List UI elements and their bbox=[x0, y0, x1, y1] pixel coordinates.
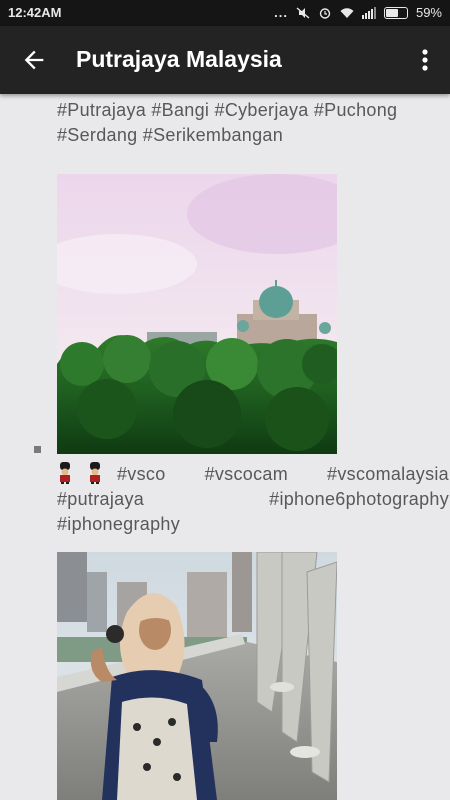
list-bullet bbox=[34, 446, 41, 453]
guard-emoji-icon bbox=[60, 462, 70, 484]
post-caption: #Putrajaya #Bangi #Cyberjaya #Puchong #S… bbox=[57, 100, 398, 145]
post-photo-bridge[interactable] bbox=[57, 552, 337, 800]
status-bar: 12:42AM ... 59% bbox=[0, 0, 450, 26]
page-title: Putrajaya Malaysia bbox=[76, 46, 282, 72]
back-arrow-icon[interactable] bbox=[20, 46, 48, 74]
mosque-photo-image bbox=[57, 174, 337, 454]
mute-icon bbox=[296, 6, 310, 19]
app-bar: Putrajaya Malaysia bbox=[0, 26, 450, 94]
alarm-icon bbox=[319, 7, 331, 19]
post-feed[interactable]: #Putrajaya #Bangi #Cyberjaya #Puchong #S… bbox=[0, 94, 450, 800]
wifi-icon bbox=[340, 7, 354, 18]
signal-icon bbox=[361, 6, 376, 19]
status-time: 12:42AM bbox=[8, 5, 62, 20]
notification-dots: ... bbox=[274, 5, 288, 20]
battery-percent: 59% bbox=[415, 5, 442, 20]
more-vert-icon[interactable] bbox=[420, 46, 430, 74]
post-photo-mosque[interactable] bbox=[57, 174, 337, 454]
guard-emoji-icon bbox=[90, 462, 100, 484]
battery-icon bbox=[383, 6, 408, 19]
bridge-photo-image bbox=[57, 552, 337, 800]
post-caption-2: #vsco #vscocam #vscomalaysia #putrajaya … bbox=[57, 462, 449, 537]
caption-text: #vsco #vscocam #vscomalaysia #putrajaya … bbox=[57, 464, 449, 534]
status-icons: ... 59% bbox=[274, 5, 442, 20]
